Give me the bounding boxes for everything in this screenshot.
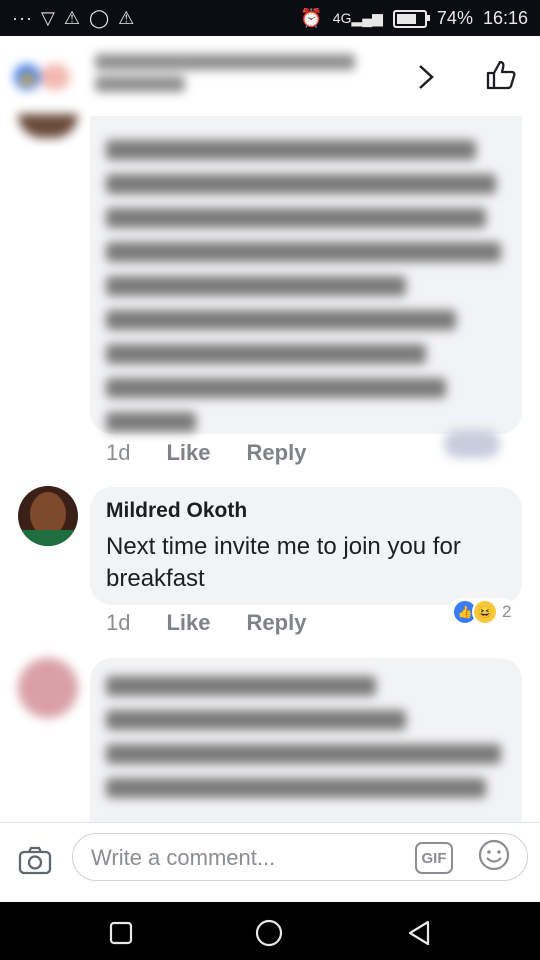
more-icon: ··· xyxy=(12,8,33,28)
comment-input[interactable]: Write a comment... GIF xyxy=(72,833,528,881)
reactor-avatars xyxy=(40,64,70,90)
status-bar: ··· ▽ ⚠ ◯ ⚠ ⏰ 4G▂▄▆ 74% 16:16 xyxy=(0,0,540,36)
vpn-icon: ▽ xyxy=(40,8,56,28)
comment-meta: 1d Like Reply xyxy=(106,610,306,636)
status-notification-icons: ··· ▽ ⚠ ◯ ⚠ xyxy=(12,8,135,29)
avatar[interactable] xyxy=(18,486,78,546)
avatar[interactable] xyxy=(18,658,78,718)
header-blurred-text xyxy=(95,48,365,108)
reaction-summary-blurred[interactable] xyxy=(444,430,500,458)
gif-button[interactable]: GIF xyxy=(415,842,453,874)
warning-icon: ⚠ xyxy=(118,8,136,28)
blurred-comment-text xyxy=(106,662,506,812)
battery-fill xyxy=(396,13,417,24)
home-button-icon[interactable] xyxy=(254,918,284,948)
reaction-count: 2 xyxy=(502,602,512,621)
like-link[interactable]: Like xyxy=(166,440,210,466)
comment-meta: 1d Like Reply xyxy=(106,440,306,466)
reactions-header[interactable]: 👍 xyxy=(0,36,540,116)
chevron-right-icon[interactable] xyxy=(414,60,438,94)
clock: 16:16 xyxy=(482,8,528,28)
comment-bubble-blurred[interactable] xyxy=(90,116,522,434)
comment-age: 1d xyxy=(106,610,131,635)
blurred-comment-text xyxy=(106,126,506,446)
signal-icon: 4G▂▄▆ xyxy=(332,10,383,26)
avatar[interactable] xyxy=(18,114,78,138)
thumbs-up-icon[interactable] xyxy=(484,58,518,92)
comment-bubble[interactable]: Mildred Okoth Next time invite me to joi… xyxy=(90,487,522,605)
comments-sheet: 👍 1d Like Reply Mildred Okoth Next time … xyxy=(0,36,540,902)
comment-text: Next time invite me to join you for brea… xyxy=(106,533,461,592)
comment-author[interactable]: Mildred Okoth xyxy=(106,499,247,523)
comment-composer: Write a comment... GIF xyxy=(0,822,540,902)
warning-icon: ⚠ xyxy=(63,8,81,28)
like-link[interactable]: Like xyxy=(166,610,210,636)
reply-link[interactable]: Reply xyxy=(247,440,307,466)
recents-button-icon[interactable] xyxy=(106,918,136,948)
like-reaction-icon: 👍 xyxy=(14,64,40,90)
emoji-icon[interactable] xyxy=(477,838,511,872)
whatsapp-icon: ◯ xyxy=(88,8,111,28)
battery-percent: 74% xyxy=(436,8,473,28)
battery-icon xyxy=(392,9,430,28)
comment-reactions[interactable]: 👍 😆 2 xyxy=(448,598,516,626)
haha-reaction-icon: 😆 xyxy=(472,599,498,625)
back-button-icon[interactable] xyxy=(404,918,434,948)
header-reactions[interactable]: 👍 xyxy=(14,64,84,90)
comment-input-placeholder: Write a comment... xyxy=(91,845,276,870)
reply-link[interactable]: Reply xyxy=(247,610,307,636)
comment-age: 1d xyxy=(106,440,131,465)
alarm-icon: ⏰ xyxy=(300,8,323,28)
camera-icon[interactable] xyxy=(18,843,52,877)
status-system-icons: ⏰ 4G▂▄▆ 74% 16:16 xyxy=(300,8,528,29)
system-navigation-bar xyxy=(0,902,540,960)
